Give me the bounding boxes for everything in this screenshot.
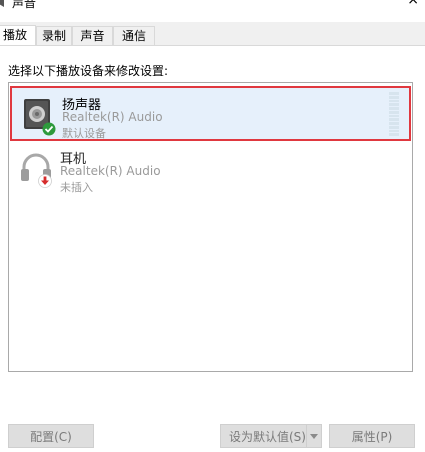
chevron-down-icon xyxy=(310,434,318,439)
device-list[interactable]: 扬声器 Realtek(R) Audio 默认设备 耳机 Realtek(R) … xyxy=(8,82,413,372)
device-status: 默认设备 xyxy=(62,127,106,140)
device-item-speaker[interactable]: 扬声器 Realtek(R) Audio 默认设备 xyxy=(10,86,411,141)
default-check-icon xyxy=(42,122,56,136)
device-driver: Realtek(R) Audio xyxy=(62,110,163,124)
title-bar: 声音 × xyxy=(0,0,425,22)
tab-bar: 播放 录制 声音 通信 xyxy=(0,25,425,46)
instruction-text: 选择以下播放设备来修改设置: xyxy=(8,64,169,78)
properties-button[interactable]: 属性(P) xyxy=(329,424,415,448)
tab-recording[interactable]: 录制 xyxy=(36,26,72,45)
speaker-icon xyxy=(0,0,4,7)
set-default-label: 设为默认值(S) xyxy=(229,430,306,444)
window-title: 声音 xyxy=(12,0,37,10)
set-default-button[interactable]: 设为默认值(S) xyxy=(220,424,322,448)
device-driver: Realtek(R) Audio xyxy=(60,164,161,178)
configure-button[interactable]: 配置(C) xyxy=(8,424,94,448)
tab-playback[interactable]: 播放 xyxy=(0,25,36,46)
close-icon[interactable]: × xyxy=(407,0,419,8)
device-item-headphones[interactable]: 耳机 Realtek(R) Audio 未插入 xyxy=(10,142,411,197)
playback-panel: 选择以下播放设备来修改设置: 扬声器 Realtek(R) Audio 默认设备 xyxy=(0,46,425,452)
tab-sounds[interactable]: 声音 xyxy=(72,26,113,45)
set-default-dropdown[interactable] xyxy=(306,425,321,447)
volume-level-meter xyxy=(389,92,399,136)
device-status: 未插入 xyxy=(60,181,93,194)
tab-communications[interactable]: 通信 xyxy=(113,26,155,45)
unplugged-arrow-icon xyxy=(38,174,52,188)
